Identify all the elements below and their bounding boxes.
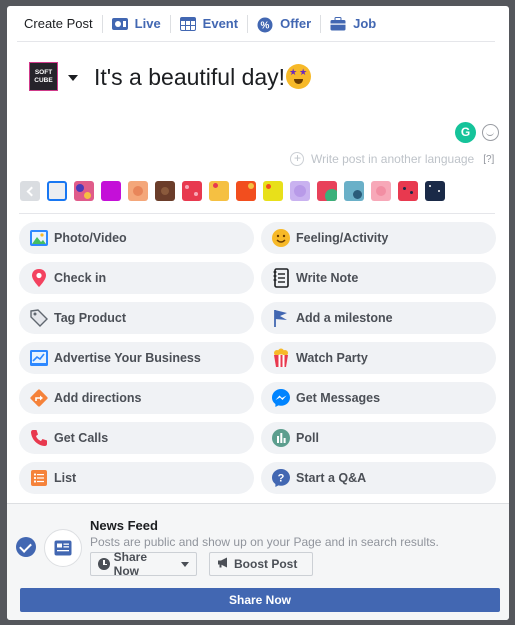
checkmark-icon[interactable] [16, 537, 36, 557]
chevron-left-icon[interactable] [20, 181, 40, 201]
chevron-down-icon [181, 561, 189, 567]
background-swatch[interactable] [425, 181, 445, 201]
notebook-icon [271, 268, 291, 288]
poll-button[interactable]: Poll [261, 422, 496, 454]
popcorn-icon [271, 348, 291, 368]
post-actions-grid: Photo/Video Feeling/Activity Check in Wr… [19, 222, 496, 494]
background-swatch[interactable] [182, 181, 202, 201]
background-swatch[interactable] [263, 181, 283, 201]
question-icon: ? [271, 468, 291, 488]
star-struck-emoji-icon [286, 64, 312, 89]
add-milestone-button[interactable]: Add a milestone [261, 302, 496, 334]
messenger-icon [271, 388, 291, 408]
background-swatch[interactable] [398, 181, 418, 201]
list-button[interactable]: List [19, 462, 254, 494]
photo-video-button[interactable]: Photo/Video [19, 222, 254, 254]
tab-live[interactable]: Live [101, 14, 170, 33]
svg-text:?: ? [278, 473, 285, 485]
translate-post-label: Write post in another language [311, 152, 475, 166]
svg-text:%: % [261, 20, 270, 31]
share-now-button[interactable]: Share Now [20, 588, 500, 612]
add-directions-button[interactable]: Add directions [19, 382, 254, 414]
tag-product-button[interactable]: Tag Product [19, 302, 254, 334]
background-swatch[interactable] [236, 181, 256, 201]
news-feed-description: Posts are public and show up on your Pag… [90, 535, 439, 549]
flag-icon [271, 308, 291, 328]
get-messages-button[interactable]: Get Messages [261, 382, 496, 414]
phone-icon [29, 428, 49, 448]
plus-circle-icon [290, 151, 304, 166]
chevron-down-icon[interactable] [68, 75, 78, 81]
photo-icon [29, 228, 49, 248]
grammarly-icon[interactable]: G [455, 122, 476, 143]
background-swatch[interactable] [101, 181, 121, 201]
background-picker [20, 181, 445, 201]
poll-icon [271, 428, 291, 448]
tab-create-post[interactable]: Create Post [17, 15, 102, 33]
news-feed-title: News Feed [90, 518, 158, 533]
advertise-icon [29, 348, 49, 368]
create-post-dialog: Create Post Live Event % Offer Job SOFT … [7, 6, 509, 620]
tab-offer[interactable]: % Offer [247, 14, 320, 33]
background-swatch[interactable] [371, 181, 391, 201]
background-swatch[interactable] [209, 181, 229, 201]
advertise-business-button[interactable]: Advertise Your Business [19, 342, 254, 374]
background-swatch[interactable] [155, 181, 175, 201]
check-in-button[interactable]: Check in [19, 262, 254, 294]
help-link[interactable]: [?] [483, 154, 494, 165]
background-swatch[interactable] [74, 181, 94, 201]
percent-tag-icon: % [257, 17, 273, 32]
map-pin-icon [29, 268, 49, 288]
video-camera-icon [111, 17, 128, 31]
tab-event[interactable]: Event [169, 14, 247, 33]
get-calls-button[interactable]: Get Calls [19, 422, 254, 454]
post-type-tabs: Create Post Live Event % Offer Job [17, 6, 495, 42]
list-icon [29, 468, 49, 488]
calendar-icon [179, 16, 196, 31]
share-now-dropdown[interactable]: Share Now [90, 550, 197, 578]
briefcase-icon [330, 16, 346, 31]
divider [19, 213, 495, 214]
background-swatch[interactable] [344, 181, 364, 201]
write-note-button[interactable]: Write Note [261, 262, 496, 294]
background-swatch[interactable] [317, 181, 337, 201]
watch-party-button[interactable]: Watch Party [261, 342, 496, 374]
feeling-activity-button[interactable]: Feeling/Activity [261, 222, 496, 254]
emoji-picker-icon[interactable] [482, 124, 499, 141]
background-swatch[interactable] [290, 181, 310, 201]
megaphone-icon [217, 557, 230, 571]
tab-job[interactable]: Job [320, 14, 385, 33]
directions-icon [29, 388, 49, 408]
news-feed-icon [44, 529, 82, 567]
start-qa-button[interactable]: ? Start a Q&A [261, 462, 496, 494]
smiley-icon [271, 228, 291, 248]
clock-icon [98, 558, 110, 570]
post-composer[interactable]: SOFT CUBE It's a beautiful day! [26, 60, 496, 120]
boost-post-button[interactable]: Boost Post [209, 552, 313, 576]
post-text[interactable]: It's a beautiful day! [94, 64, 312, 91]
tag-icon [29, 308, 49, 328]
share-footer: News Feed Posts are public and show up o… [7, 503, 509, 620]
background-swatch[interactable] [47, 181, 67, 201]
page-avatar[interactable]: SOFT CUBE [29, 62, 58, 91]
translate-post-row[interactable]: Write post in another language [?] [290, 151, 494, 166]
background-swatch[interactable] [128, 181, 148, 201]
